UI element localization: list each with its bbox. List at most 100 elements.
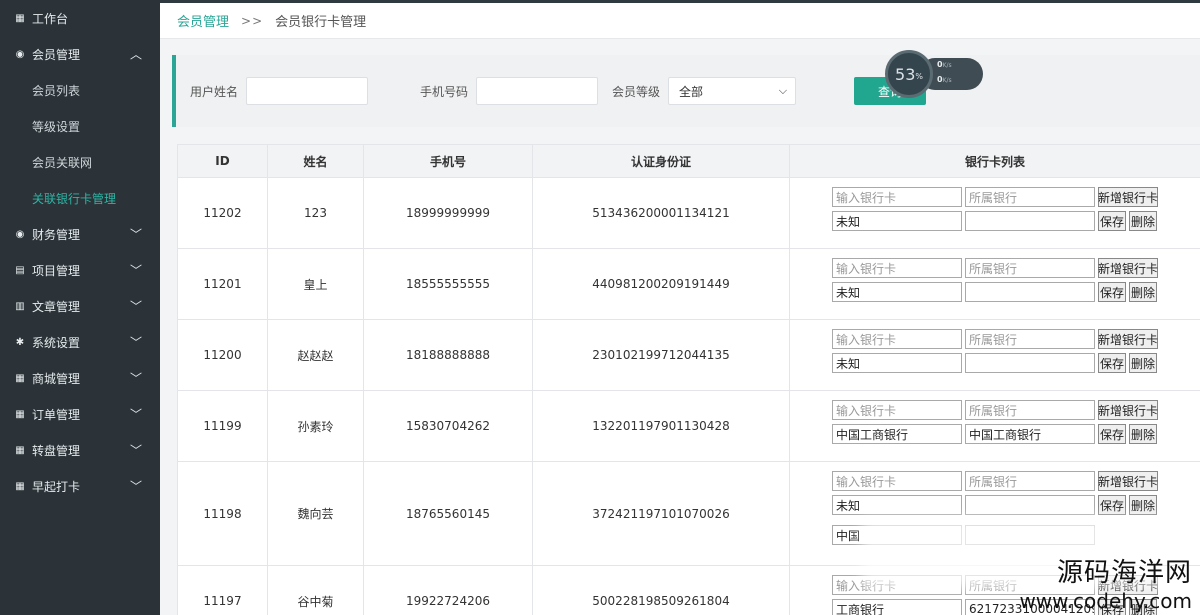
table-header-row: ID 姓名 手机号 认证身份证 银行卡列表: [177, 144, 1200, 178]
cell-name: 123: [267, 177, 364, 249]
card-number-field[interactable]: 未知: [832, 211, 962, 231]
phone-label: 手机号码: [420, 84, 469, 99]
new-card-input[interactable]: 输入银行卡: [832, 258, 962, 278]
chevron-down-icon: ﹀: [129, 443, 142, 458]
dashboard-icon: ▦: [15, 12, 25, 24]
document-icon: ▤: [15, 264, 25, 276]
card-number-field[interactable]: 中国工商银行: [832, 424, 962, 444]
cell-id: 11197: [177, 565, 268, 615]
add-card-button[interactable]: 新增银行卡: [1098, 471, 1158, 491]
download-speed: 0K/s: [937, 75, 952, 84]
sidebar-subitem-bank-card-management[interactable]: 关联银行卡管理: [0, 180, 160, 216]
save-button[interactable]: 保存: [1098, 424, 1126, 444]
card-bank-field[interactable]: [965, 211, 1095, 231]
delete-button[interactable]: 删除: [1129, 495, 1157, 515]
new-card-input[interactable]: 输入银行卡: [832, 471, 962, 491]
cell-name: 魏向芸: [267, 461, 364, 566]
table-row: 11201 皇上 18555555555 440981200209191449 …: [177, 248, 1200, 320]
watermark: 源码海洋网 www.codehy.com: [1019, 552, 1192, 613]
card-number-field[interactable]: 未知: [832, 353, 962, 373]
chevron-down-icon: ⌵: [778, 84, 788, 97]
sidebar-subitem-member-network[interactable]: 会员关联网: [0, 144, 160, 180]
sidebar-item-checkin[interactable]: ▦ 早起打卡 ﹀: [0, 468, 160, 504]
new-card-input[interactable]: 输入银行卡: [832, 400, 962, 420]
new-bank-input[interactable]: 所属银行: [965, 258, 1095, 278]
sidebar-item-articles[interactable]: ▥ 文章管理 ﹀: [0, 288, 160, 324]
save-button[interactable]: 保存: [1098, 211, 1126, 231]
sidebar-item-wheel[interactable]: ▦ 转盘管理 ﹀: [0, 432, 160, 468]
cell-phone: 18999999999: [363, 177, 533, 249]
sidebar-item-projects[interactable]: ▤ 项目管理 ﹀: [0, 252, 160, 288]
new-bank-input[interactable]: 所属银行: [965, 400, 1095, 420]
table-row: 11202 123 18999999999 513436200001134121…: [177, 177, 1200, 249]
cell-name: 皇上: [267, 248, 364, 320]
username-label: 用户姓名: [190, 84, 239, 99]
chevron-down-icon: ﹀: [129, 371, 142, 386]
column-header-phone: 手机号: [363, 144, 533, 178]
level-select[interactable]: 全部 ⌵: [668, 77, 797, 105]
sidebar-subitem-label: 会员列表: [32, 83, 81, 98]
cell-name: 孙素玲: [267, 390, 364, 462]
phone-input[interactable]: [476, 77, 599, 105]
filter-bar: 用户姓名 手机号码 会员等级 全部 ⌵ 查询: [172, 55, 1200, 127]
username-input[interactable]: [246, 77, 369, 105]
shield-icon: ◉: [15, 48, 25, 60]
new-bank-input[interactable]: 所属银行: [965, 329, 1095, 349]
network-speed-widget[interactable]: 53% 0K/s 0K/s: [885, 50, 985, 98]
card-bank-field[interactable]: [965, 353, 1095, 373]
add-card-button[interactable]: 新增银行卡: [1098, 400, 1158, 420]
shield-icon: ◉: [15, 228, 25, 240]
delete-button[interactable]: 删除: [1129, 211, 1157, 231]
level-label: 会员等级: [612, 84, 661, 99]
chevron-down-icon: ﹀: [129, 299, 142, 314]
save-button[interactable]: 保存: [1098, 282, 1126, 302]
card-bank-field[interactable]: 中国工商银行: [965, 424, 1095, 444]
cell-name: 谷中菊: [267, 565, 364, 615]
card-number-field[interactable]: 工商银行: [832, 599, 962, 615]
new-card-input[interactable]: 输入银行卡: [832, 187, 962, 207]
card-number-field[interactable]: 未知: [832, 495, 962, 515]
table-row: 11200 赵赵赵 18188888888 230102199712044135…: [177, 319, 1200, 391]
cell-phone: 18555555555: [363, 248, 533, 320]
watermark-line2: www.codehy.com: [1019, 589, 1192, 613]
sidebar-item-orders[interactable]: ▦ 订单管理 ﹀: [0, 396, 160, 432]
card-bank-field[interactable]: [965, 495, 1095, 515]
cell-idcard: 372421197101070026: [532, 461, 790, 566]
save-button[interactable]: 保存: [1098, 353, 1126, 373]
sidebar-subitem-label: 会员关联网: [32, 155, 93, 170]
column-header-id: ID: [177, 144, 268, 178]
add-card-button[interactable]: 新增银行卡: [1098, 187, 1158, 207]
grid-icon: ▦: [15, 408, 25, 420]
sidebar-item-label: 项目管理: [32, 263, 81, 278]
column-header-cards: 银行卡列表: [789, 144, 1200, 178]
sidebar: ▦ 工作台 ◉ 会员管理 ︿ 会员列表 等级设置 会员关联网 关联银行卡管理 ◉…: [0, 0, 160, 615]
cell-idcard: 500228198509261804: [532, 565, 790, 615]
chevron-down-icon: ﹀: [129, 227, 142, 242]
sidebar-item-mall[interactable]: ▦ 商城管理 ﹀: [0, 360, 160, 396]
breadcrumb-parent-link[interactable]: 会员管理: [177, 11, 229, 30]
sidebar-item-label: 系统设置: [32, 335, 81, 350]
cell-phone: 18188888888: [363, 319, 533, 391]
add-card-button[interactable]: 新增银行卡: [1098, 329, 1158, 349]
sidebar-item-member[interactable]: ◉ 会员管理 ︿: [0, 36, 160, 72]
new-bank-input[interactable]: 所属银行: [965, 187, 1095, 207]
sidebar-item-system[interactable]: ✱ 系统设置 ﹀: [0, 324, 160, 360]
new-card-input[interactable]: 输入银行卡: [832, 329, 962, 349]
save-button[interactable]: 保存: [1098, 495, 1126, 515]
breadcrumb-current: 会员银行卡管理: [275, 15, 367, 30]
breadcrumb-separator: >>: [241, 13, 264, 28]
sidebar-subitem-member-list[interactable]: 会员列表: [0, 72, 160, 108]
sidebar-item-label: 财务管理: [32, 227, 81, 242]
add-card-button[interactable]: 新增银行卡: [1098, 258, 1158, 278]
delete-button[interactable]: 删除: [1129, 282, 1157, 302]
card-bank-field[interactable]: [965, 282, 1095, 302]
new-bank-input[interactable]: 所属银行: [965, 471, 1095, 491]
sidebar-item-label: 工作台: [32, 11, 69, 26]
delete-button[interactable]: 删除: [1129, 424, 1157, 444]
sidebar-item-finance[interactable]: ◉ 财务管理 ﹀: [0, 216, 160, 252]
sidebar-subitem-level-settings[interactable]: 等级设置: [0, 108, 160, 144]
sidebar-item-dashboard[interactable]: ▦ 工作台: [0, 0, 160, 36]
sidebar-item-label: 转盘管理: [32, 443, 81, 458]
card-number-field[interactable]: 未知: [832, 282, 962, 302]
delete-button[interactable]: 删除: [1129, 353, 1157, 373]
